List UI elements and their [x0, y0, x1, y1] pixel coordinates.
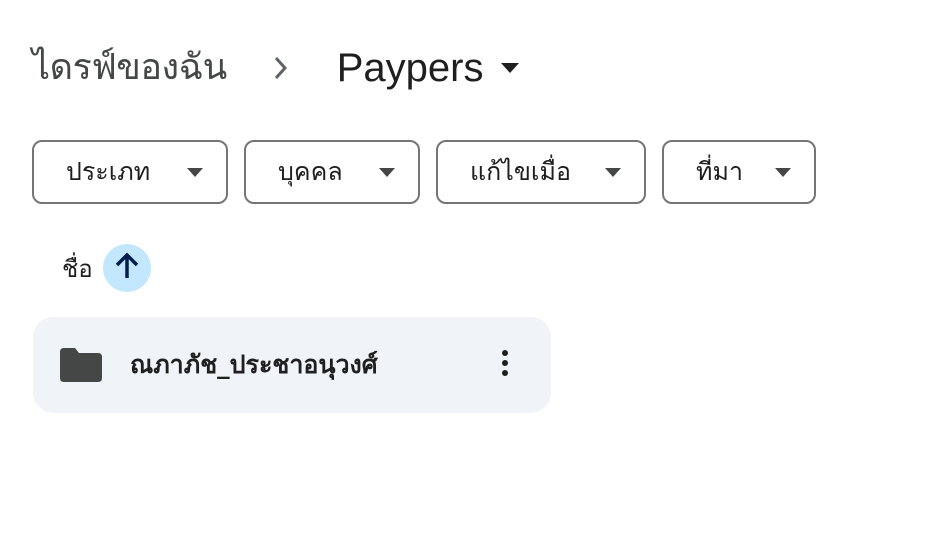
sort-header: ชื่อ — [62, 244, 151, 292]
caret-down-icon — [604, 163, 622, 181]
breadcrumb: ไดรฟ์ของฉัน Paypers — [32, 36, 520, 100]
caret-down-icon — [186, 163, 204, 181]
caret-down-icon — [378, 163, 396, 181]
filter-chips: ประเภท บุคคล แก้ไขเมื่อ ที่มา — [32, 140, 816, 204]
arrow-up-icon — [114, 252, 140, 284]
folder-icon — [60, 348, 102, 382]
caret-down-icon — [500, 58, 520, 78]
filter-type-label: ประเภท — [66, 157, 151, 186]
caret-down-icon — [774, 163, 792, 181]
breadcrumb-current-label: Paypers — [336, 46, 484, 90]
filter-source-label: ที่มา — [696, 157, 743, 186]
filter-people-label: บุคคล — [278, 157, 343, 186]
sort-by-name-label[interactable]: ชื่อ — [62, 249, 93, 288]
more-actions-button[interactable] — [485, 345, 525, 385]
sort-direction-button[interactable] — [102, 244, 151, 292]
breadcrumb-current-folder-button[interactable]: Paypers — [337, 36, 520, 100]
filter-source-chip[interactable]: ที่มา — [662, 140, 816, 204]
filter-modified-chip[interactable]: แก้ไขเมื่อ — [436, 140, 646, 204]
folder-name: ณภาภัช_ประชาอนุวงศ์ — [130, 350, 378, 379]
chevron-right-icon — [267, 54, 295, 82]
filter-type-chip[interactable]: ประเภท — [32, 140, 228, 204]
more-vert-icon — [501, 349, 509, 381]
folder-list-item[interactable]: ณภาภัช_ประชาอนุวงศ์ — [33, 317, 551, 413]
filter-modified-label: แก้ไขเมื่อ — [470, 157, 571, 186]
filter-people-chip[interactable]: บุคคล — [244, 140, 420, 204]
breadcrumb-root-my-drive[interactable]: ไดรฟ์ของฉัน — [32, 36, 227, 100]
